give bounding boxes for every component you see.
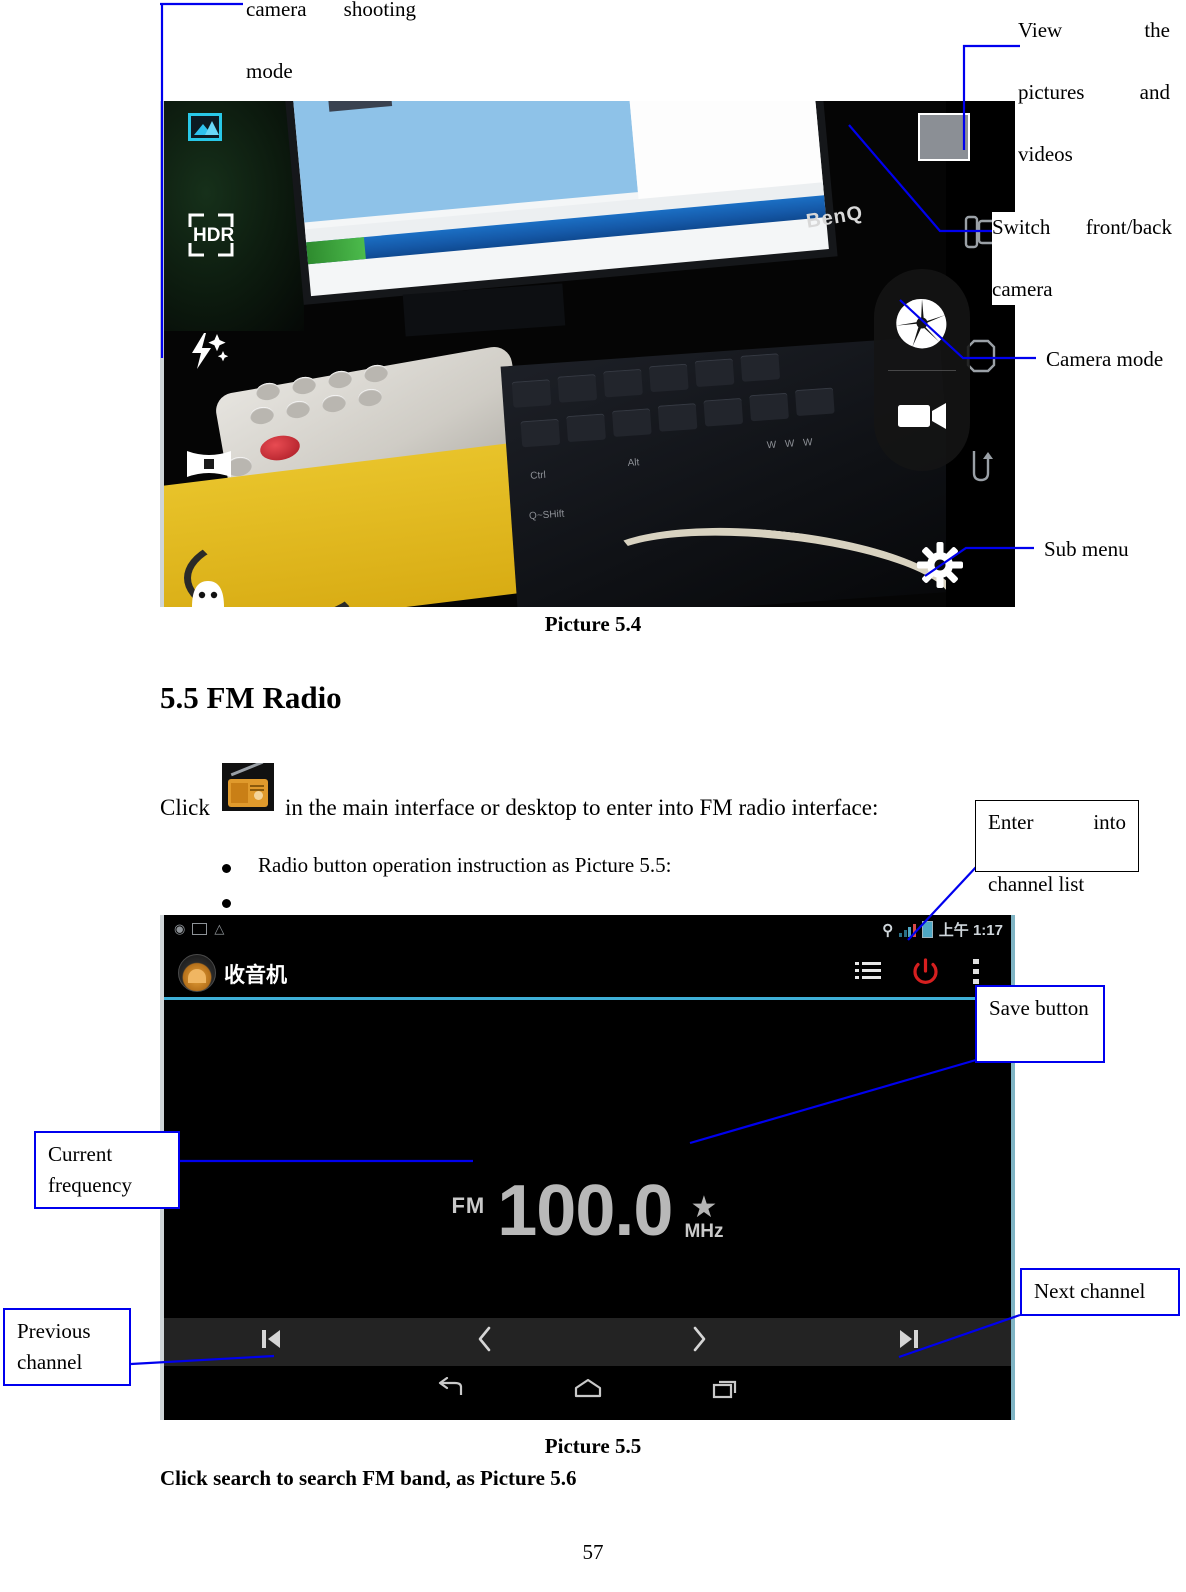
face-beauty-icon[interactable] [186,569,230,607]
headset-icon: ⚲ [882,921,894,939]
recents-icon[interactable] [711,1377,741,1406]
annotation-text: camera [246,0,307,21]
shutter-pill [874,269,970,471]
annotation-text: Sub menu [1044,537,1129,561]
document-page: camera shooting mode View the pictures a… [0,0,1186,1592]
photographed-monitor: BenQ [292,101,865,297]
bullet-marker [222,864,231,873]
annotation-text: mode [246,59,293,83]
frequency-unit-label: MHz [684,1221,724,1242]
annotation-text: Save [989,996,1030,1020]
intro-paragraph: Click [160,795,210,821]
warning-icon: △ [214,921,225,936]
annotation-camera-mode: Camera mode [1046,344,1186,375]
annotation-camera-shooting-mode: camera shooting mode [246,0,416,87]
intro-prefix: Click [160,795,210,820]
annotation-text: View [1018,18,1063,42]
annotation-text: button [1035,996,1089,1020]
channel-list-icon[interactable] [855,961,881,988]
annotation-text: camera [992,277,1053,301]
annotation-text: Camera mode [1046,347,1164,371]
annotation-text: Switch [992,215,1051,239]
radio-app-icon [178,954,216,992]
annotation-save-button: Save button [975,985,1105,1063]
current-frequency-value: 100.0 [497,1171,673,1251]
gear-icon[interactable] [916,541,964,594]
annotation-text: channel [17,1350,83,1374]
band-label: FM [451,1193,486,1218]
home-icon[interactable] [573,1377,603,1406]
caption-text: Picture 5.5 [544,1434,642,1458]
status-bar: ◉ △ ⚲ 上午 1:17 [164,915,1011,947]
annotation-sub-menu: Sub menu [1044,534,1174,565]
fm-radio-app-icon [222,763,274,811]
tune-down-button[interactable] [378,1326,592,1358]
save-favorite-star-button[interactable]: ★ [691,1193,718,1223]
power-icon[interactable] [912,958,939,991]
signal-icon [899,923,916,937]
closing-text: Click search to search FM band, as Pictu… [160,1466,577,1490]
page-number: 57 [0,1540,1186,1565]
annotation-text: Enter [988,810,1034,834]
annotation-text: shooting [343,0,416,21]
next-channel-button[interactable] [806,1327,1011,1357]
flash-auto-icon[interactable] [186,331,230,376]
annotation-text: pictures [1018,80,1085,104]
bullet-item-1: Radio button operation instruction as Pi… [258,853,672,878]
annotation-next-channel: Next channel [1020,1268,1180,1316]
page-number-text: 57 [582,1540,604,1564]
caption-text: Picture 5.4 [544,612,642,636]
annotation-text: into [1093,810,1126,834]
app-title: 收音机 [224,963,287,987]
bullet-text: Radio button operation instruction as Pi… [258,853,672,877]
annotation-previous-channel: Previous channel [3,1308,131,1386]
gallery-thumbnail-button[interactable] [918,113,970,161]
hdr-label: HDR [193,225,235,246]
annotation-text: and [1139,80,1170,104]
intro-suffix-paragraph: in the main interface or desktop to ente… [285,795,878,821]
fm-radio-app-screenshot: ◉ △ ⚲ 上午 1:17 收音机 FM 100.0 ★ MHz [160,915,1015,1420]
annotation-text: channel list [988,872,1085,896]
annotation-text: Current [48,1142,113,1166]
hdr-icon[interactable]: HDR [188,213,234,257]
intro-suffix: in the main interface or desktop to ente… [285,795,879,820]
rotate-icon[interactable] [964,447,998,490]
android-navigation-bar [164,1366,1011,1416]
shutter-icon[interactable] [894,295,950,356]
annotation-text: Previous [17,1319,91,1343]
sync-icon: ◉ [174,921,186,936]
panorama-icon[interactable] [186,447,232,486]
caption-picture-55: Picture 5.5 [0,1434,1186,1459]
camera-viewfinder-photo: BenQ Ctrl Alt W W W Q~SHift [164,101,946,607]
annotation-text: Next channel [1034,1278,1146,1303]
page-title: 5.5 FM Radio [160,680,342,716]
gallery-icon[interactable] [188,113,222,141]
camera-app-screenshot: BenQ Ctrl Alt W W W Q~SHift HDR [160,101,1015,607]
annotation-text: videos [1018,142,1073,166]
annotation-text: front/back [1085,215,1172,239]
annotation-view-pictures-videos: View the pictures and videos [1018,15,1170,170]
fm-tuner-body: FM 100.0 ★ MHz [164,1000,1011,1318]
video-camera-icon[interactable] [896,397,950,438]
app-action-bar: 收音机 [164,947,1011,997]
back-icon[interactable] [435,1376,465,1406]
previous-channel-button[interactable] [164,1327,378,1357]
annotation-text: frequency [48,1173,132,1197]
annotation-current-frequency: Current frequency [34,1131,180,1209]
closing-line: Click search to search FM band, as Pictu… [160,1466,860,1491]
screenshot-icon [192,923,208,935]
frequency-display: FM 100.0 ★ MHz [164,1175,1011,1247]
tune-up-button[interactable] [592,1326,806,1358]
section-heading-text: 5.5 FM Radio [160,680,342,715]
annotation-text: the [1144,18,1170,42]
fm-control-bar [164,1318,1011,1366]
annotation-enter-channel-list: Enter into channel list [975,800,1139,896]
clock-label: 上午 1:17 [938,922,1003,939]
caption-picture-54: Picture 5.4 [0,612,1186,637]
battery-icon [921,921,933,938]
bullet-marker [222,899,231,908]
annotation-switch-camera: Switch front/back camera [992,212,1172,305]
